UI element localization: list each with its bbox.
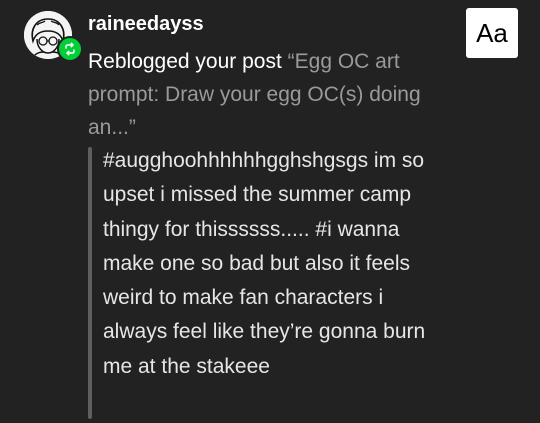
- reblog-icon: [65, 42, 75, 56]
- quote-bar: [88, 147, 92, 419]
- activity-summary[interactable]: Reblogged your post “Egg OC art prompt: …: [88, 45, 460, 144]
- text-size-button[interactable]: Aa: [466, 8, 518, 58]
- reblog-badge: [57, 36, 83, 62]
- notification-card: raineedayss Reblogged your post “Egg OC …: [0, 0, 540, 423]
- reblog-comment: #augghoohhhhhhgghshgsgs im so upset i mi…: [103, 149, 426, 378]
- activity-action: Reblogged your post: [88, 50, 282, 73]
- username-link[interactable]: raineedayss: [88, 12, 204, 36]
